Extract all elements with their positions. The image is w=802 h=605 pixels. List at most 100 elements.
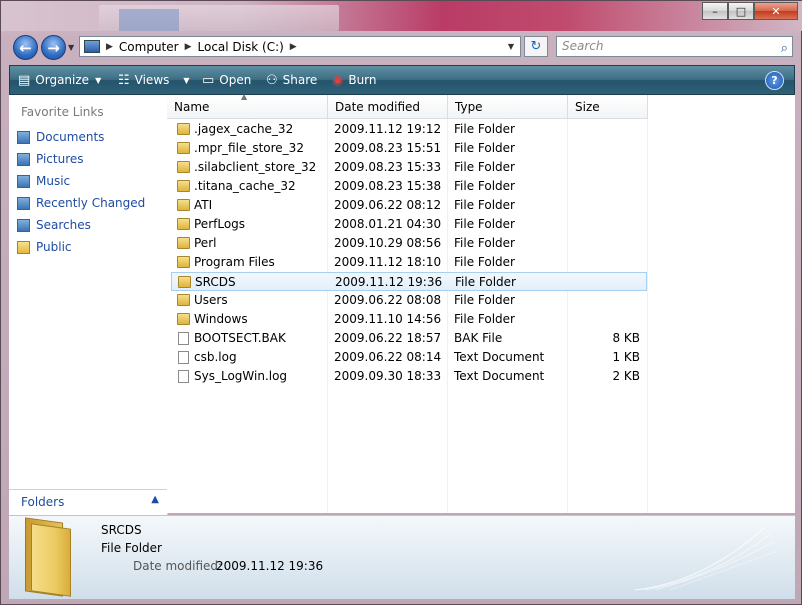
details-date-value: 2009.11.12 19:36 (216, 559, 324, 573)
file-row[interactable]: .titana_cache_32 2009.08.23 15:38 File Fol… (171, 177, 647, 196)
file-type: File Folder (454, 236, 515, 250)
file-date-modified: 2009.10.29 08:56 (334, 236, 442, 250)
help-button[interactable]: ? (765, 71, 784, 90)
nav-item-music[interactable]: Music (17, 172, 70, 190)
computer-icon (84, 40, 100, 53)
burn-label: Burn (348, 73, 377, 87)
file-name: .silabclient_store_32 (194, 160, 317, 174)
file-date-modified: 2009.08.23 15:38 (334, 179, 442, 193)
file-row[interactable]: ATI 2009.06.22 08:12 File Folder (171, 196, 647, 215)
address-dropdown-icon[interactable]: ▼ (508, 42, 514, 51)
breadcrumb-separator-icon[interactable]: ▶ (185, 42, 192, 52)
details-pane: SRCDS File Folder Date modified: 2009.11… (9, 515, 795, 599)
folder-icon (177, 161, 190, 173)
file-row[interactable]: Windows 2009.11.10 14:56 File Folder (171, 310, 647, 329)
file-row[interactable]: .mpr_file_store_32 2009.08.23 15:51 File F… (171, 139, 647, 158)
file-list: ▲ Name Date modified Type Size .jagex_ca… (167, 92, 795, 513)
window-controls: – □ ✕ (702, 2, 798, 21)
views-button[interactable]: ☷ Views ▼ (118, 66, 190, 94)
file-size: 8 KB (612, 331, 640, 345)
file-name: Program Files (194, 255, 275, 269)
pictures-icon (17, 152, 30, 166)
forward-arrow-icon: → (47, 38, 60, 57)
file-name: Sys_LogWin.log (194, 369, 288, 383)
file-row[interactable]: Program Files 2009.11.12 18:10 File Folder (171, 253, 647, 272)
file-type: File Folder (454, 293, 515, 307)
breadcrumb-local-disk[interactable]: Local Disk (C:) (198, 40, 284, 54)
file-date-modified: 2009.08.23 15:33 (334, 160, 442, 174)
file-row[interactable]: PerfLogs 2008.01.21 04:30 File Folder (171, 215, 647, 234)
views-icon: ☷ (118, 72, 130, 88)
file-row[interactable]: SRCDS 2009.11.12 19:36 File Folder (171, 272, 647, 291)
command-bar: ▤ Organize ▼ ☷ Views ▼ ▭ Open ⚇ Share ◉ … (9, 65, 795, 95)
file-name: .mpr_file_store_32 (194, 141, 304, 155)
file-name: csb.log (194, 350, 237, 364)
folder-icon (177, 218, 190, 230)
decorative-swoosh (634, 526, 775, 591)
address-bar[interactable]: ▶ Computer ▶ Local Disk (C:) ▶ ▼ (79, 36, 521, 57)
file-size (575, 273, 641, 292)
file-size (574, 196, 640, 215)
back-button[interactable]: ← (13, 35, 38, 60)
navigation-pane: Favorite Links Documents Pictures Music … (9, 95, 168, 515)
refresh-button[interactable]: ↻ (524, 36, 548, 57)
file-row[interactable]: .jagex_cache_32 2009.11.12 19:12 File Fold… (171, 120, 647, 139)
nav-item-label: Searches (36, 218, 91, 232)
file-row[interactable]: BOOTSECT.BAK 2009.06.22 18:57 BAK File 8 KB (171, 329, 647, 348)
file-size (574, 158, 640, 177)
open-icon: ▭ (202, 72, 215, 88)
file-date-modified: 2009.06.22 08:12 (334, 198, 442, 212)
nav-item-pictures[interactable]: Pictures (17, 150, 84, 168)
breadcrumb-separator-icon[interactable]: ▶ (290, 42, 297, 52)
file-size (574, 215, 640, 234)
nav-item-documents[interactable]: Documents (17, 128, 104, 146)
forward-button[interactable]: → (41, 35, 66, 60)
minimize-button[interactable]: – (702, 2, 728, 20)
file-row[interactable]: .silabclient_store_32 2009.08.23 15:33 Fil… (171, 158, 647, 177)
file-type: File Folder (454, 179, 515, 193)
nav-item-searches[interactable]: Searches (17, 216, 91, 234)
address-row: ← → ▼ ▶ Computer ▶ Local Disk (C:) ▶ ▼ ↻… (1, 31, 802, 63)
column-header-type[interactable]: Type (448, 95, 568, 119)
file-size (574, 120, 640, 139)
recent-pages-dropdown-icon[interactable]: ▼ (68, 43, 74, 52)
share-button[interactable]: ⚇ Share (266, 66, 317, 94)
search-icon[interactable]: ⌕ (781, 39, 788, 58)
file-date-modified: 2009.09.30 18:33 (334, 369, 442, 383)
file-size: 1 KB (612, 350, 640, 364)
column-header-name[interactable]: ▲ Name (167, 92, 328, 119)
file-name: Perl (194, 236, 217, 250)
column-label: Name (174, 100, 210, 114)
close-button[interactable]: ✕ (754, 2, 798, 20)
organize-button[interactable]: ▤ Organize ▼ (18, 66, 101, 94)
file-row[interactable]: Perl 2009.10.29 08:56 File Folder (171, 234, 647, 253)
organize-icon: ▤ (18, 72, 31, 88)
search-input[interactable]: Search ⌕ (556, 36, 793, 57)
file-row[interactable]: Users 2009.06.22 08:08 File Folder (171, 291, 647, 310)
breadcrumb-computer[interactable]: Computer (119, 40, 179, 54)
file-row[interactable]: csb.log 2009.06.22 08:14 Text Document 1 KB (171, 348, 647, 367)
folder-icon (178, 276, 191, 288)
folder-icon (177, 313, 190, 325)
column-label: Date modified (335, 100, 421, 114)
background-thumbnail (119, 9, 179, 31)
folders-toggle[interactable]: Folders ▲ (9, 489, 167, 514)
file-name: PerfLogs (194, 217, 246, 231)
file-date-modified: 2009.11.12 18:10 (334, 255, 442, 269)
nav-item-public[interactable]: Public (17, 238, 72, 256)
file-size (574, 310, 640, 329)
title-bar[interactable]: – □ ✕ (1, 1, 802, 31)
nav-item-label: Music (36, 174, 71, 188)
maximize-button[interactable]: □ (728, 2, 754, 20)
organize-dropdown-icon: ▼ (95, 75, 102, 85)
column-header-date-modified[interactable]: Date modified (328, 95, 448, 119)
file-name: ATI (194, 198, 213, 212)
breadcrumb-separator-icon[interactable]: ▶ (106, 42, 113, 52)
file-date-modified: 2009.06.22 08:14 (334, 350, 442, 364)
burn-button[interactable]: ◉ Burn (332, 66, 377, 94)
column-header-size[interactable]: Size (568, 95, 648, 119)
nav-item-recently-changed[interactable]: Recently Changed (17, 194, 145, 212)
file-size (574, 253, 640, 272)
file-row[interactable]: Sys_LogWin.log 2009.09.30 18:33 Text Docum… (171, 367, 647, 386)
file-date-modified: 2009.11.12 19:12 (334, 122, 442, 136)
